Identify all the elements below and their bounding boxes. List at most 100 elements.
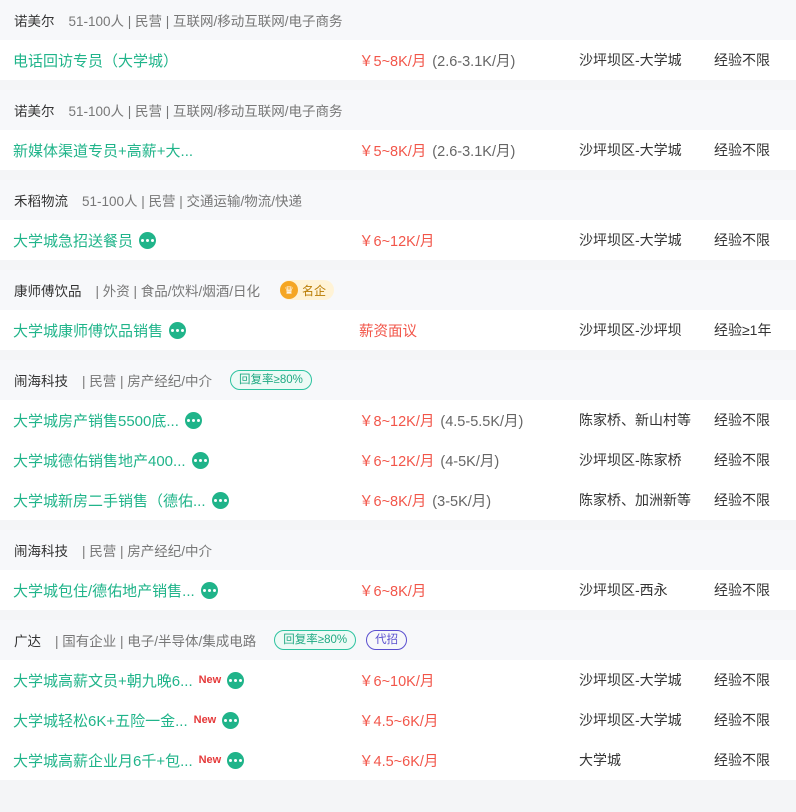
company-name[interactable]: 禾稻物流 bbox=[14, 190, 68, 210]
salary: ￥4.5~6K/月 bbox=[359, 753, 439, 770]
job-title-link[interactable]: 大学城轻松6K+五险一金... bbox=[13, 710, 188, 731]
job-location: 沙坪坝区-大学城 bbox=[579, 142, 682, 158]
experience-requirement: 经验不限 bbox=[714, 142, 770, 158]
company-name[interactable]: 康师傅饮品 bbox=[14, 280, 82, 300]
job-title-link[interactable]: 大学城高薪企业月6千+包... bbox=[13, 750, 193, 771]
salary-cell: ￥8~12K/月 (4.5-5.5K/月) bbox=[359, 410, 579, 431]
famous-badge-label: 名企 bbox=[302, 283, 327, 298]
company-group: 诺美尔 51-100人 | 民营 | 互联网/移动互联网/电子商务电话回访专员（大… bbox=[0, 0, 796, 80]
chat-icon[interactable] bbox=[169, 321, 187, 339]
job-row[interactable]: 大学城新房二手销售（德佑... ￥6~8K/月 (3-5K/月) 陈家桥、加洲新等 经验… bbox=[0, 480, 796, 520]
salary-cell: ￥6~10K/月 bbox=[359, 670, 579, 691]
salary-detail: (2.6-3.1K/月) bbox=[432, 53, 516, 70]
company-group: 禾稻物流 51-100人 | 民营 | 交通运输/物流/快递大学城急招送餐员 ￥6~… bbox=[0, 180, 796, 260]
job-location: 沙坪坝区-大学城 bbox=[579, 52, 682, 68]
chat-icon[interactable] bbox=[211, 491, 229, 509]
chat-icon[interactable] bbox=[184, 411, 202, 429]
salary: ￥6~8K/月 bbox=[359, 493, 427, 510]
chat-icon[interactable] bbox=[227, 751, 245, 769]
job-title-link[interactable]: 大学城新房二手销售（德佑... bbox=[13, 490, 206, 511]
chat-icon[interactable] bbox=[200, 581, 218, 599]
job-row[interactable]: 大学城高薪文员+朝九晚6... New ￥6~10K/月 沙坪坝区-大学城 经验不限 bbox=[0, 660, 796, 700]
company-header: 广达 | 国有企业 | 电子/半导体/集成电路 回复率≥80% 代招 bbox=[0, 620, 796, 660]
job-location: 沙坪坝区-大学城 bbox=[579, 712, 682, 728]
job-row[interactable]: 大学城房产销售5500底... ￥8~12K/月 (4.5-5.5K/月) 陈家桥、新… bbox=[0, 400, 796, 440]
job-location: 陈家桥、新山村等 bbox=[579, 412, 691, 428]
job-title-link[interactable]: 新媒体渠道专员+高薪+大... bbox=[13, 140, 193, 161]
company-info: | 民营 | 房产经纪/中介 bbox=[82, 374, 213, 389]
company-header: 闹海科技 | 民营 | 房产经纪/中介 回复率≥80% bbox=[0, 360, 796, 400]
job-row[interactable]: 大学城轻松6K+五险一金... New ￥4.5~6K/月 沙坪坝区-大学城 经验不限 bbox=[0, 700, 796, 740]
company-header: 诺美尔 51-100人 | 民营 | 互联网/移动互联网/电子商务 bbox=[0, 0, 796, 40]
crown-icon: ♛ bbox=[280, 281, 299, 299]
new-tag: New bbox=[198, 674, 222, 686]
salary: ￥6~12K/月 bbox=[359, 233, 435, 250]
company-name[interactable]: 诺美尔 bbox=[14, 100, 55, 120]
salary-cell: ￥5~8K/月 (2.6-3.1K/月) bbox=[359, 50, 579, 71]
job-title-cell: 大学城新房二手销售（德佑... bbox=[13, 490, 359, 511]
company-header: 禾稻物流 51-100人 | 民营 | 交通运输/物流/快递 bbox=[0, 180, 796, 220]
company-group: 康师傅饮品 | 外资 | 食品/饮料/烟酒/日化 ♛ 名企大学城康师傅饮品销售 薪资面议… bbox=[0, 270, 796, 350]
chat-icon[interactable] bbox=[222, 711, 240, 729]
job-location: 沙坪坝区-西永 bbox=[579, 582, 668, 598]
company-group: 诺美尔 51-100人 | 民营 | 互联网/移动互联网/电子商务 新媒体渠道专员+… bbox=[0, 90, 796, 170]
chat-icon[interactable] bbox=[191, 451, 209, 469]
job-row[interactable]: 电话回访专员（大学城） ￥5~8K/月 (2.6-3.1K/月) 沙坪坝区-大学城 经验… bbox=[0, 40, 796, 80]
job-location: 陈家桥、加洲新等 bbox=[579, 492, 691, 508]
company-info: | 国有企业 | 电子/半导体/集成电路 bbox=[55, 634, 257, 649]
job-location: 沙坪坝区-陈家桥 bbox=[579, 452, 682, 468]
job-location: 沙坪坝区-沙坪坝 bbox=[579, 322, 682, 338]
job-title-cell: 大学城高薪企业月6千+包... New bbox=[13, 750, 359, 771]
job-row[interactable]: 大学城包住/德佑地产销售... ￥6~8K/月 沙坪坝区-西永 经验不限 bbox=[0, 570, 796, 610]
job-title-cell: 大学城德佑销售地产400... bbox=[13, 450, 359, 471]
job-title-link[interactable]: 大学城房产销售5500底... bbox=[13, 410, 179, 431]
job-row[interactable]: 大学城高薪企业月6千+包... New ￥4.5~6K/月 大学城 经验不限 bbox=[0, 740, 796, 780]
job-title-cell: 大学城高薪文员+朝九晚6... New bbox=[13, 670, 359, 691]
salary: ￥5~8K/月 bbox=[359, 53, 427, 70]
job-title-cell: 大学城康师傅饮品销售 bbox=[13, 320, 359, 341]
salary-detail: (4-5K/月) bbox=[440, 453, 500, 470]
experience-requirement: 经验不限 bbox=[714, 582, 770, 598]
agent-recruit-badge: 代招 bbox=[366, 630, 408, 650]
salary-cell: 薪资面议 bbox=[359, 320, 579, 341]
company-name[interactable]: 广达 bbox=[14, 630, 41, 650]
job-title-link[interactable]: 电话回访专员（大学城） bbox=[13, 50, 178, 71]
company-name[interactable]: 闹海科技 bbox=[14, 370, 68, 390]
job-title-link[interactable]: 大学城急招送餐员 bbox=[13, 230, 133, 251]
chat-icon[interactable] bbox=[227, 671, 245, 689]
company-name[interactable]: 闹海科技 bbox=[14, 540, 68, 560]
company-info: 51-100人 | 民营 | 互联网/移动互联网/电子商务 bbox=[68, 14, 343, 29]
salary-cell: ￥5~8K/月 (2.6-3.1K/月) bbox=[359, 140, 579, 161]
company-header: 诺美尔 51-100人 | 民营 | 互联网/移动互联网/电子商务 bbox=[0, 90, 796, 130]
job-title-link[interactable]: 大学城包住/德佑地产销售... bbox=[13, 580, 195, 601]
salary: ￥6~8K/月 bbox=[359, 583, 427, 600]
chat-icon[interactable] bbox=[139, 231, 157, 249]
experience-requirement: 经验不限 bbox=[714, 52, 770, 68]
company-name[interactable]: 诺美尔 bbox=[14, 10, 55, 30]
company-header: 闹海科技 | 民营 | 房产经纪/中介 bbox=[0, 530, 796, 570]
job-row[interactable]: 新媒体渠道专员+高薪+大... ￥5~8K/月 (2.6-3.1K/月) 沙坪坝区-大… bbox=[0, 130, 796, 170]
salary-detail: (3-5K/月) bbox=[432, 493, 492, 510]
job-row[interactable]: 大学城急招送餐员 ￥6~12K/月 沙坪坝区-大学城 经验不限 bbox=[0, 220, 796, 260]
experience-requirement: 经验不限 bbox=[714, 672, 770, 688]
job-row[interactable]: 大学城康师傅饮品销售 薪资面议 沙坪坝区-沙坪坝 经验≥1年 bbox=[0, 310, 796, 350]
job-title-link[interactable]: 大学城康师傅饮品销售 bbox=[13, 320, 163, 341]
job-title-cell: 电话回访专员（大学城） bbox=[13, 50, 359, 71]
job-title-link[interactable]: 大学城高薪文员+朝九晚6... bbox=[13, 670, 193, 691]
company-group: 闹海科技 | 民营 | 房产经纪/中介大学城包住/德佑地产销售... ￥6~8K/月… bbox=[0, 530, 796, 610]
experience-requirement: 经验不限 bbox=[714, 232, 770, 248]
experience-requirement: 经验不限 bbox=[714, 752, 770, 768]
company-info: | 外资 | 食品/饮料/烟酒/日化 bbox=[95, 284, 261, 299]
new-tag: New bbox=[198, 754, 222, 766]
job-row[interactable]: 大学城德佑销售地产400... ￥6~12K/月 (4-5K/月) 沙坪坝区-陈家桥 经… bbox=[0, 440, 796, 480]
job-title-cell: 大学城房产销售5500底... bbox=[13, 410, 359, 431]
salary-cell: ￥6~12K/月 (4-5K/月) bbox=[359, 450, 579, 471]
job-title-cell: 新媒体渠道专员+高薪+大... bbox=[13, 140, 359, 161]
company-group: 广达 | 国有企业 | 电子/半导体/集成电路 回复率≥80% 代招 大学城高薪文员+朝… bbox=[0, 620, 796, 780]
salary: ￥4.5~6K/月 bbox=[359, 713, 439, 730]
job-title-link[interactable]: 大学城德佑销售地产400... bbox=[13, 450, 186, 471]
new-tag: New bbox=[193, 714, 217, 726]
company-info: 51-100人 | 民营 | 交通运输/物流/快递 bbox=[82, 194, 303, 209]
job-location: 沙坪坝区-大学城 bbox=[579, 232, 682, 248]
salary: ￥6~10K/月 bbox=[359, 673, 435, 690]
